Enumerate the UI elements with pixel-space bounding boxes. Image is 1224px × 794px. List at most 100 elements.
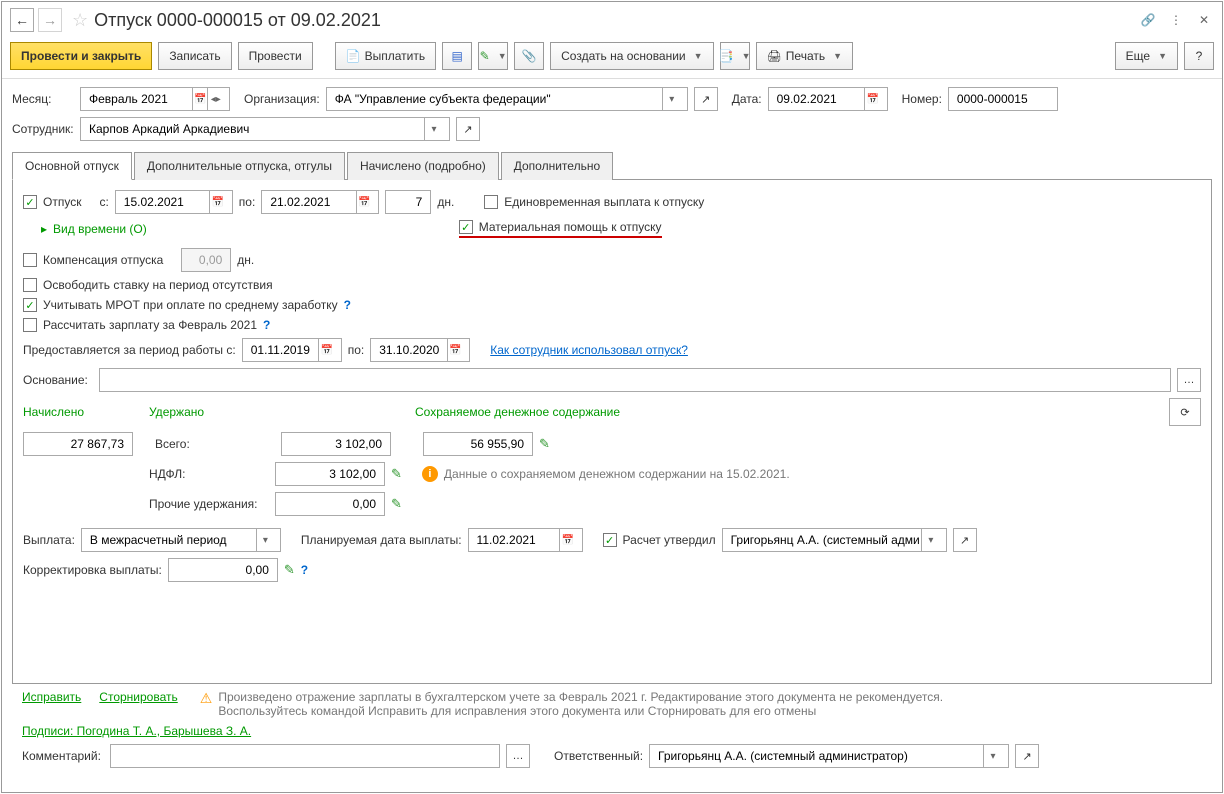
more-button[interactable]: Еще▼ xyxy=(1115,42,1178,70)
mathelp-checkbox[interactable]: ✓ xyxy=(459,220,473,234)
calendar-icon[interactable]: 📅 xyxy=(447,339,463,361)
attach-icon-button[interactable]: 📎 xyxy=(514,42,544,70)
to-date-field[interactable]: 📅 xyxy=(261,190,379,214)
mrot-help-icon[interactable]: ? xyxy=(344,298,351,312)
time-type-link[interactable]: Вид времени (О) xyxy=(53,222,147,236)
calendar-icon[interactable]: 📅 xyxy=(559,529,576,551)
write-button[interactable]: Записать xyxy=(158,42,231,70)
planned-date-field[interactable]: 📅 xyxy=(468,528,583,552)
dropdown-icon[interactable]: ▾ xyxy=(256,529,274,551)
correction-label: Корректировка выплаты: xyxy=(23,563,162,577)
refresh-button[interactable]: ⟳ xyxy=(1169,398,1201,426)
open-approved-button[interactable]: ↗ xyxy=(953,528,977,552)
fix-link[interactable]: Исправить xyxy=(22,690,81,704)
clip-icon: 📎 xyxy=(522,49,537,63)
month-field[interactable]: 📅 ◂▸ xyxy=(80,87,230,111)
create-based-button[interactable]: Создать на основании▼ xyxy=(550,42,713,70)
expand-icon[interactable]: ▸ xyxy=(41,222,47,236)
ndfl-field xyxy=(275,462,385,486)
responsible-label: Ответственный: xyxy=(554,749,643,763)
number-field[interactable] xyxy=(948,87,1058,111)
comment-more-button[interactable]: … xyxy=(506,744,530,768)
post-button[interactable]: Провести xyxy=(238,42,313,70)
tab-extra[interactable]: Дополнительно xyxy=(501,152,613,180)
number-label: Номер: xyxy=(902,92,942,106)
comment-field[interactable] xyxy=(110,744,500,768)
correction-field[interactable] xyxy=(168,558,278,582)
open-employee-button[interactable]: ↗ xyxy=(456,117,480,141)
org-field[interactable]: ▾ xyxy=(326,87,688,111)
printer-icon: 🖨 xyxy=(767,49,782,63)
open-org-button[interactable]: ↗ xyxy=(694,87,718,111)
favorite-star-icon[interactable]: ☆ xyxy=(72,10,88,31)
open-responsible-button[interactable]: ↗ xyxy=(1015,744,1039,768)
calendar-icon[interactable]: 📅 xyxy=(318,339,334,361)
approved-by-field[interactable]: ▾ xyxy=(722,528,947,552)
transfer-icon-button[interactable]: 📑▼ xyxy=(720,42,750,70)
storno-link[interactable]: Сторнировать xyxy=(99,690,177,704)
kebab-menu-icon[interactable]: ⋮ xyxy=(1166,10,1186,30)
info-icon: i xyxy=(422,466,438,482)
compensation-label: Компенсация отпуска xyxy=(43,253,163,267)
tab-additional-vacations[interactable]: Дополнительные отпуска, отгулы xyxy=(134,152,345,180)
approved-checkbox[interactable]: ✓ xyxy=(603,533,617,547)
document-icon: 📄 xyxy=(346,49,361,63)
basis-field[interactable] xyxy=(99,368,1171,392)
responsible-field[interactable]: ▾ xyxy=(649,744,1009,768)
dropdown-icon[interactable]: ▾ xyxy=(921,529,939,551)
edit-ndfl-icon[interactable]: ✎ xyxy=(391,466,402,482)
employee-label: Сотрудник: xyxy=(12,122,74,136)
edit-icon-button[interactable]: ✎▼ xyxy=(478,42,508,70)
edit-kept-icon[interactable]: ✎ xyxy=(539,436,550,452)
release-rate-label: Освободить ставку на период отсутствия xyxy=(43,278,273,292)
link-icon[interactable]: 🔗 xyxy=(1138,10,1158,30)
period-to-label: по: xyxy=(348,343,365,357)
basis-label: Основание: xyxy=(23,373,93,387)
edit-other-icon[interactable]: ✎ xyxy=(391,496,402,512)
signatures-link[interactable]: Подписи: Погодина Т. А., Барышева З. А. xyxy=(22,724,251,738)
form-icon-button[interactable]: ▤ xyxy=(442,42,472,70)
spinner-icon[interactable]: ◂▸ xyxy=(207,88,223,110)
edit-correction-icon[interactable]: ✎ xyxy=(284,562,295,578)
mrot-label: Учитывать МРОТ при оплате по среднему за… xyxy=(43,298,338,312)
period-to-field[interactable]: 📅 xyxy=(370,338,470,362)
calendar-icon[interactable]: 📅 xyxy=(864,88,881,110)
calendar-icon[interactable]: 📅 xyxy=(356,191,373,213)
tab-main-vacation[interactable]: Основной отпуск xyxy=(12,152,132,180)
compensation-checkbox[interactable] xyxy=(23,253,37,267)
lumpsum-checkbox[interactable] xyxy=(484,195,498,209)
pay-button[interactable]: 📄 Выплатить xyxy=(335,42,436,70)
compensation-unit: дн. xyxy=(237,253,254,267)
nav-forward-button[interactable]: → xyxy=(38,8,62,32)
date-field[interactable]: 📅 xyxy=(768,87,888,111)
withheld-heading: Удержано xyxy=(149,405,409,419)
payout-field[interactable]: ▾ xyxy=(81,528,281,552)
employee-field[interactable]: ▾ xyxy=(80,117,450,141)
calendar-icon[interactable]: 📅 xyxy=(192,88,208,110)
usage-link[interactable]: Как сотрудник использовал отпуск? xyxy=(490,343,688,357)
dropdown-icon[interactable]: ▾ xyxy=(662,88,681,110)
days-field[interactable] xyxy=(385,190,431,214)
from-date-field[interactable]: 📅 xyxy=(115,190,233,214)
total-field xyxy=(281,432,391,456)
period-label: Предоставляется за период работы с: xyxy=(23,343,236,357)
print-button[interactable]: 🖨Печать▼ xyxy=(756,42,853,70)
nav-back-button[interactable]: ← xyxy=(10,8,34,32)
release-rate-checkbox[interactable] xyxy=(23,278,37,292)
close-icon[interactable]: ✕ xyxy=(1194,10,1214,30)
dropdown-icon[interactable]: ▾ xyxy=(983,745,1002,767)
correction-help-icon[interactable]: ? xyxy=(301,563,308,577)
info-text: Данные о сохраняемом денежном содержании… xyxy=(444,467,790,481)
calc-salary-checkbox[interactable] xyxy=(23,318,37,332)
vacation-checkbox[interactable]: ✓ xyxy=(23,195,37,209)
period-from-field[interactable]: 📅 xyxy=(242,338,342,362)
basis-more-button[interactable]: … xyxy=(1177,368,1201,392)
help-button[interactable]: ? xyxy=(1184,42,1214,70)
mrot-checkbox[interactable]: ✓ xyxy=(23,298,37,312)
dropdown-icon[interactable]: ▾ xyxy=(424,118,443,140)
post-and-close-button[interactable]: Провести и закрыть xyxy=(10,42,152,70)
vacation-label: Отпуск xyxy=(43,195,81,209)
calc-salary-help-icon[interactable]: ? xyxy=(263,318,270,332)
tab-accrued-detail[interactable]: Начислено (подробно) xyxy=(347,152,499,180)
calendar-icon[interactable]: 📅 xyxy=(209,191,226,213)
